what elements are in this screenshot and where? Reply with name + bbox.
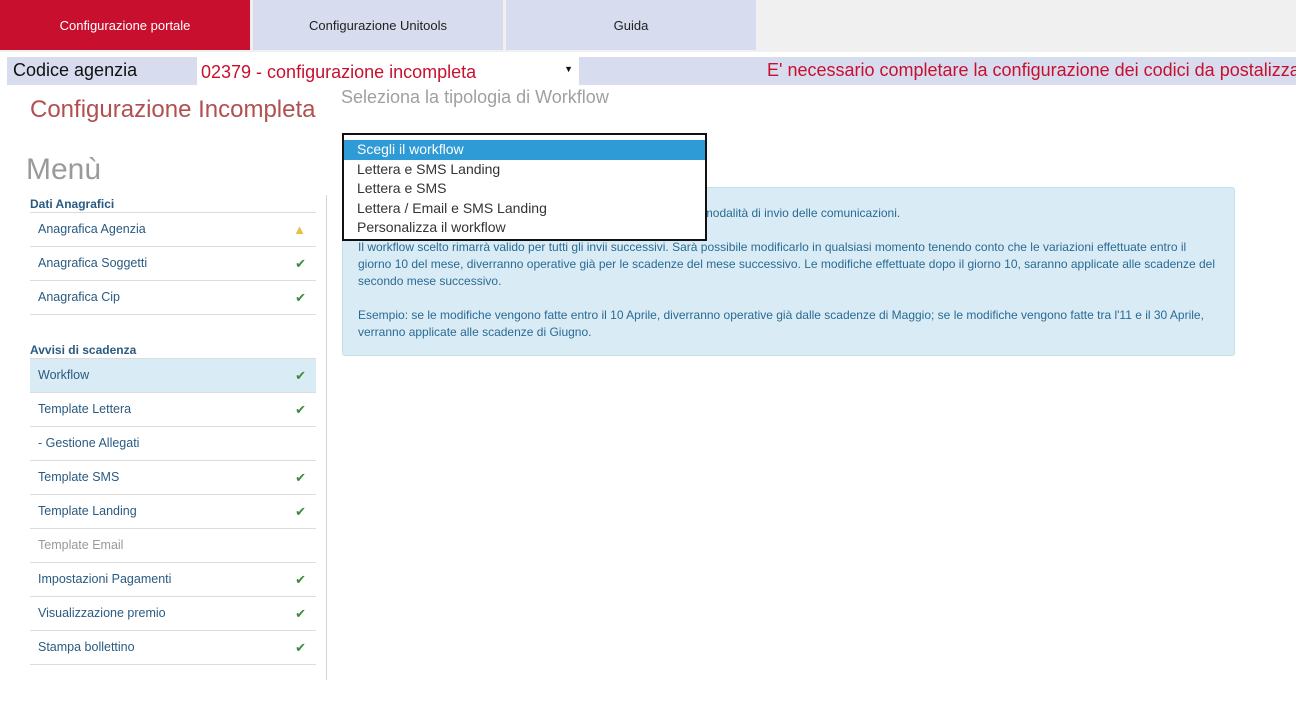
section-title-dati-anagrafici: Dati Anagrafici xyxy=(30,195,316,213)
sidebar-item-template-landing[interactable]: Template Landing ✔ xyxy=(30,495,316,529)
workflow-option-lettera-email-sms-landing[interactable]: Lettera / Email e SMS Landing xyxy=(344,199,705,219)
sidebar-item-anagrafica-soggetti[interactable]: Anagrafica Soggetti ✔ xyxy=(30,247,316,281)
info-paragraph-2: Il workflow scelto rimarrà valido per tu… xyxy=(358,240,1215,288)
sidebar-item-anagrafica-cip[interactable]: Anagrafica Cip ✔ xyxy=(30,281,316,315)
sidebar-item-label: Template Email xyxy=(38,538,124,552)
agency-code-label: Codice agenzia xyxy=(7,57,197,85)
sidebar-item-label: Anagrafica Cip xyxy=(38,290,120,304)
warning-icon: ▲ xyxy=(293,222,306,237)
check-icon: ✔ xyxy=(295,368,306,383)
sidebar-item-label: Template Lettera xyxy=(38,402,132,416)
agency-selected-value: 02379 - configurazione incompleta xyxy=(201,62,477,82)
tab-configurazione-portale[interactable]: Configurazione portale xyxy=(0,0,250,50)
sidebar-item-gestione-allegati[interactable]: - Gestione Allegati xyxy=(30,427,316,461)
sidebar-item-stampa-bollettino[interactable]: Stampa bollettino ✔ xyxy=(30,631,316,665)
workflow-option-personalizza[interactable]: Personalizza il workflow xyxy=(344,218,705,238)
sidebar-item-label: Anagrafica Soggetti xyxy=(38,256,148,270)
menu-title: Menù xyxy=(26,153,102,186)
workflow-option-scegli[interactable]: Scegli il workflow xyxy=(344,140,705,160)
sidebar-divider xyxy=(326,195,327,680)
sidebar-item-template-sms[interactable]: Template SMS ✔ xyxy=(30,461,316,495)
workflow-dropdown-list[interactable]: Scegli il workflow Lettera e SMS Landing… xyxy=(342,133,707,241)
sidebar-item-label: Workflow xyxy=(38,368,90,382)
check-icon: ✔ xyxy=(295,470,306,485)
sidebar-menu: Dati Anagrafici Anagrafica Agenzia ▲ Ana… xyxy=(30,195,316,665)
check-icon: ✔ xyxy=(295,504,306,519)
tab-guida[interactable]: Guida xyxy=(506,0,756,50)
agency-warning-message: E' necessario completare la configurazio… xyxy=(579,57,1296,85)
workflow-option-lettera-sms-landing[interactable]: Lettera e SMS Landing xyxy=(344,160,705,180)
sidebar-item-workflow[interactable]: Workflow ✔ xyxy=(30,359,316,393)
sidebar-item-label: Visualizzazione premio xyxy=(38,606,166,620)
check-icon: ✔ xyxy=(295,256,306,271)
tab-configurazione-unitools[interactable]: Configurazione Unitools xyxy=(253,0,503,50)
sidebar-item-label: - Gestione Allegati xyxy=(38,436,140,450)
sidebar-item-label: Anagrafica Agenzia xyxy=(38,222,146,236)
sidebar-item-label: Template SMS xyxy=(38,470,120,484)
sidebar-item-template-email: Template Email xyxy=(30,529,316,563)
section-title-avvisi-scadenza: Avvisi di scadenza xyxy=(30,341,316,359)
top-navigation: Configurazione portale Configurazione Un… xyxy=(0,0,1296,52)
page-title: Configurazione Incompleta xyxy=(30,96,316,123)
info-paragraph-3: Esempio: se le modifiche vengono fatte e… xyxy=(358,308,1204,339)
sidebar-item-label: Stampa bollettino xyxy=(38,640,135,654)
agency-select[interactable]: 02379 - configurazione incompleta ▼ xyxy=(197,57,577,85)
sidebar-item-anagrafica-agenzia[interactable]: Anagrafica Agenzia ▲ xyxy=(30,213,316,247)
check-icon: ✔ xyxy=(295,290,306,305)
sidebar-item-impostazioni-pagamenti[interactable]: Impostazioni Pagamenti ✔ xyxy=(30,563,316,597)
workflow-option-lettera-sms[interactable]: Lettera e SMS xyxy=(344,179,705,199)
check-icon: ✔ xyxy=(295,402,306,417)
check-icon: ✔ xyxy=(295,572,306,587)
agency-bar: Codice agenzia 02379 - configurazione in… xyxy=(0,52,1296,86)
sidebar-item-label: Impostazioni Pagamenti xyxy=(38,572,172,586)
check-icon: ✔ xyxy=(295,640,306,655)
check-icon: ✔ xyxy=(295,606,306,621)
sidebar-item-visualizzazione-premio[interactable]: Visualizzazione premio ✔ xyxy=(30,597,316,631)
workflow-heading: Seleziona la tipologia di Workflow xyxy=(341,87,609,107)
sidebar-item-template-lettera[interactable]: Template Lettera ✔ xyxy=(30,393,316,427)
dropdown-arrow-icon: ▼ xyxy=(564,64,573,74)
sidebar-item-label: Template Landing xyxy=(38,504,137,518)
